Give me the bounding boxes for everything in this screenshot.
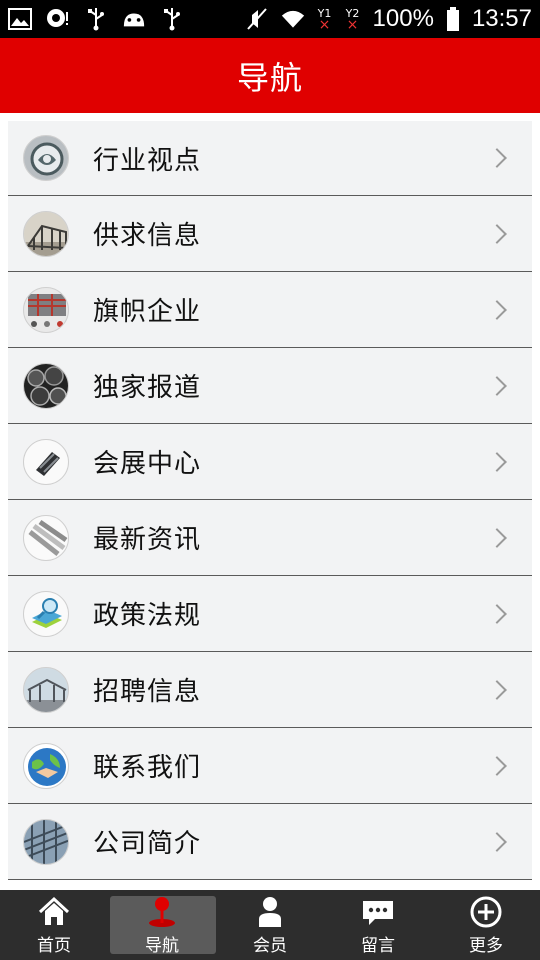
building-frame-thumb xyxy=(23,666,69,713)
steel-beams-thumb xyxy=(23,438,69,485)
steel-pipes-thumb xyxy=(23,362,69,409)
nav-item-label: 行业视点 xyxy=(93,145,202,176)
chevron-right-icon xyxy=(487,299,507,320)
tab-navigation[interactable]: 导航 xyxy=(108,890,216,960)
tab-more[interactable]: 更多 xyxy=(432,890,540,960)
mute-vibrate-icon xyxy=(245,7,269,31)
nav-item-label: 招聘信息 xyxy=(93,677,202,707)
sim2-no-signal-icon: Y2 × xyxy=(345,6,360,33)
nav-item-label: 联系我们 xyxy=(93,753,202,783)
tab-member[interactable]: 会员 xyxy=(216,890,324,960)
factory-thumb xyxy=(23,286,69,333)
chevron-right-icon xyxy=(487,451,507,472)
nav-item-company-profile[interactable]: 公司简介 xyxy=(8,804,532,880)
steel-structure-thumb xyxy=(23,210,69,257)
nav-list: 行业视点 供求信息 旗帜企业 独家报道 会展中心 最新资讯 政策法规 招聘信息 … xyxy=(8,121,532,880)
plus-circle-icon xyxy=(469,895,503,929)
nav-content: 行业视点 供求信息 旗帜企业 独家报道 会展中心 最新资讯 政策法规 招聘信息 … xyxy=(0,113,540,890)
message-icon xyxy=(361,895,395,929)
clock: 13:57 xyxy=(471,5,532,32)
android-icon xyxy=(122,7,146,31)
chevron-right-icon xyxy=(487,831,507,852)
header: 导航 xyxy=(0,38,540,113)
battery-icon xyxy=(446,7,460,31)
tab-label: 首页 xyxy=(37,935,71,956)
tab-label: 更多 xyxy=(469,935,503,956)
nav-item-label: 最新资讯 xyxy=(93,525,202,555)
usb-icon xyxy=(84,7,108,31)
map-pin-icon xyxy=(145,895,179,929)
battery-percent: 100% xyxy=(372,5,434,32)
tab-label: 留言 xyxy=(361,935,395,956)
user-icon xyxy=(253,895,287,929)
nav-item-exhibition-center[interactable]: 会展中心 xyxy=(8,424,532,500)
home-icon xyxy=(37,895,71,929)
nav-item-exclusive-report[interactable]: 独家报道 xyxy=(8,348,532,424)
nav-item-label: 独家报道 xyxy=(93,373,202,403)
chevron-right-icon xyxy=(487,148,507,168)
bottom-tabbar: 首页 导航 会员 留言 更多 xyxy=(0,890,540,960)
chevron-right-icon xyxy=(487,755,507,776)
nav-item-label: 会展中心 xyxy=(93,449,202,479)
nav-item-policy-regulations[interactable]: 政策法规 xyxy=(8,576,532,652)
image-icon xyxy=(8,7,32,31)
chevron-right-icon xyxy=(487,679,507,700)
nav-item-latest-news[interactable]: 最新资讯 xyxy=(8,500,532,576)
steel-bars-thumb xyxy=(23,514,69,561)
nav-item-flagship-enterprise[interactable]: 旗帜企业 xyxy=(8,272,532,348)
sim1-no-signal-icon: Y1 × xyxy=(317,6,332,33)
chat-bubble-icon xyxy=(46,7,70,31)
nav-item-contact-us[interactable]: 联系我们 xyxy=(8,728,532,804)
wifi-icon xyxy=(281,7,305,31)
usb-icon xyxy=(160,7,184,31)
tab-label: 会员 xyxy=(253,935,287,956)
nav-item-industry-view[interactable]: 行业视点 xyxy=(8,121,532,196)
nav-item-recruitment[interactable]: 招聘信息 xyxy=(8,652,532,728)
tab-label: 导航 xyxy=(145,935,179,956)
chevron-right-icon xyxy=(487,527,507,548)
chevron-right-icon xyxy=(487,603,507,624)
book-magnifier-thumb xyxy=(23,590,69,637)
tab-home[interactable]: 首页 xyxy=(0,890,108,960)
nav-item-supply-demand[interactable]: 供求信息 xyxy=(8,196,532,272)
steel-roof-thumb xyxy=(23,818,69,865)
chevron-right-icon xyxy=(487,223,507,244)
nav-item-label: 供求信息 xyxy=(93,221,202,251)
tab-messages[interactable]: 留言 xyxy=(324,890,432,960)
nav-item-label: 公司简介 xyxy=(93,829,202,859)
nav-item-label: 旗帜企业 xyxy=(93,297,202,327)
status-bar: Y1 × Y2 × 100% 13:57 xyxy=(0,0,540,38)
nav-item-label: 政策法规 xyxy=(93,601,202,631)
page-title: 导航 xyxy=(236,58,303,97)
chevron-right-icon xyxy=(487,375,507,396)
industry-logo-thumb xyxy=(23,135,69,181)
globe-handshake-thumb xyxy=(23,742,69,789)
